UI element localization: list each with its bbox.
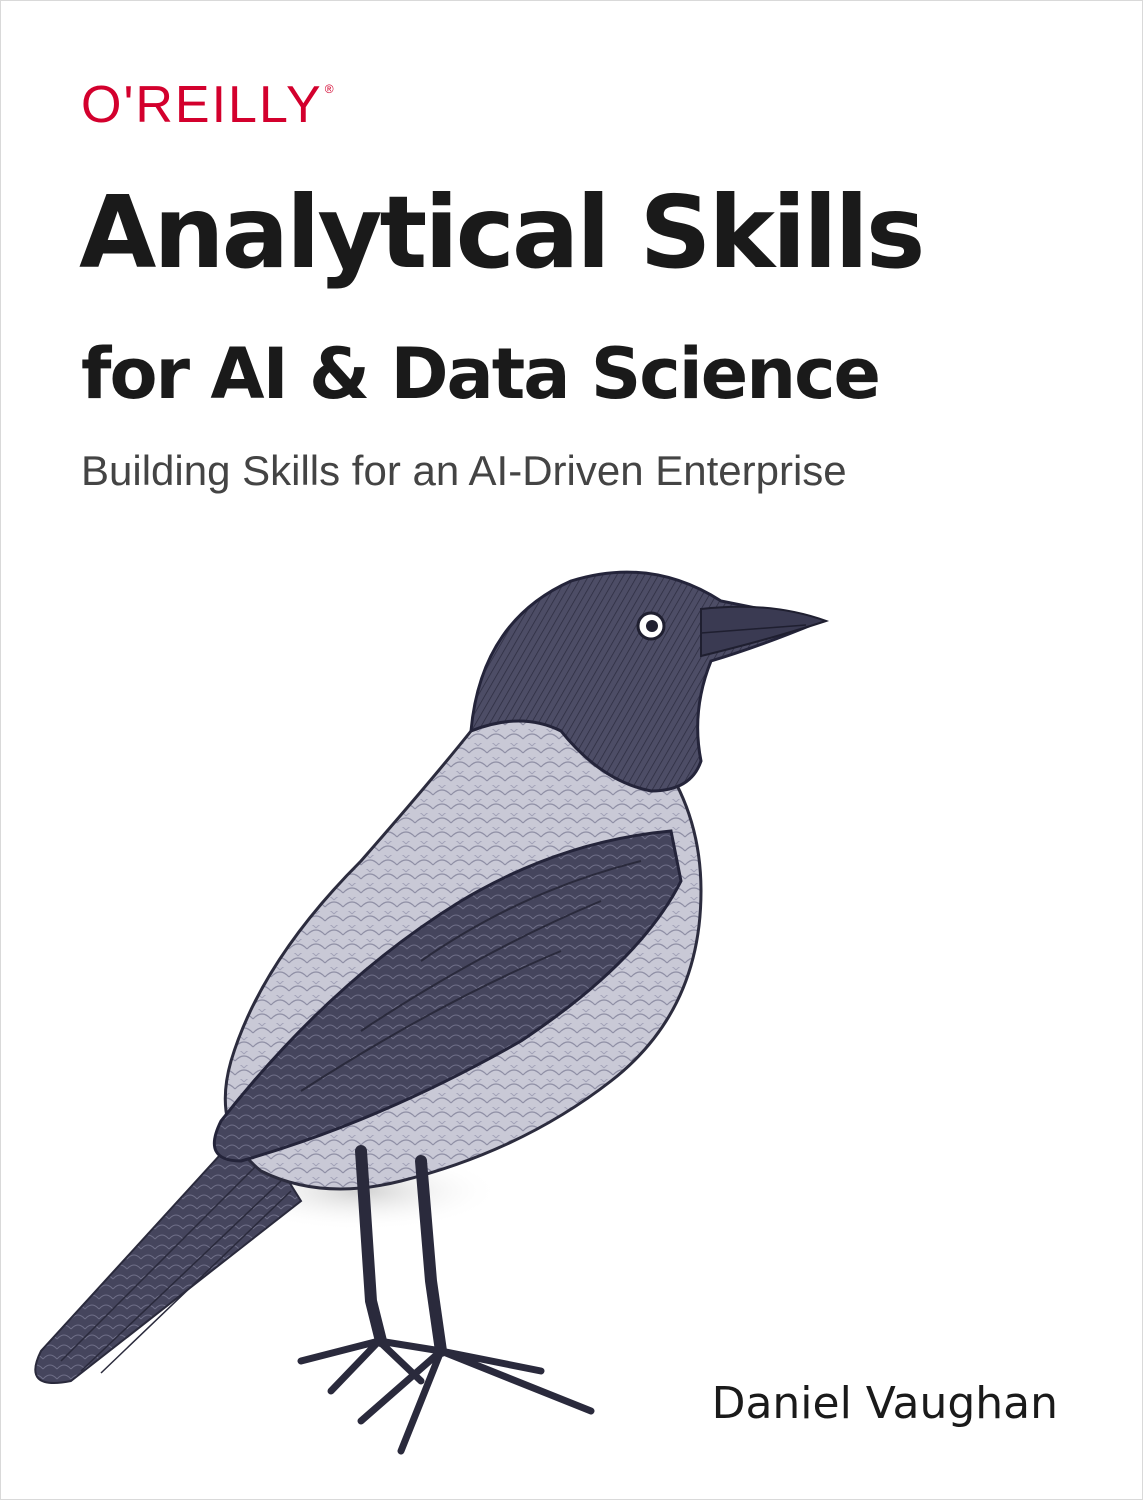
crow-foot-right bbox=[357, 1347, 595, 1455]
publisher-name: O'REILLY bbox=[81, 76, 323, 134]
author-name: Daniel Vaughan bbox=[711, 1378, 1058, 1429]
hooded-crow-illustration bbox=[34, 570, 830, 1455]
publisher-logo: O'REILLY ® bbox=[81, 79, 334, 131]
book-subtitle: Building Skills for an AI-Driven Enterpr… bbox=[81, 447, 847, 494]
registered-mark: ® bbox=[324, 82, 334, 96]
book-cover: O'REILLY ® Analytical Skills for AI & Dat… bbox=[0, 0, 1143, 1500]
book-title: Analytical Skills bbox=[79, 174, 925, 291]
book-title-second-line: for AI & Data Science bbox=[81, 333, 881, 415]
